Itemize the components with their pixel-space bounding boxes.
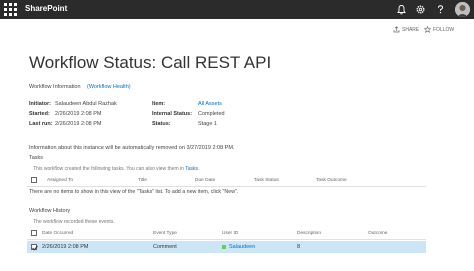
presence-indicator — [222, 245, 226, 249]
history-col-description[interactable]: Description — [297, 231, 321, 236]
item-key: Item: — [152, 101, 166, 107]
started-key: Started: — [29, 111, 50, 117]
tasks-col-assigned-to[interactable]: Assigned To — [47, 178, 73, 183]
initiator-value: Salaudeen Abdul Razhak — [55, 101, 117, 107]
checkmark-icon — [32, 245, 38, 251]
tasks-description: This workflow created the following task… — [33, 166, 200, 172]
workflow-info-label: Workflow Information — [29, 84, 81, 90]
internal-status-value: Completed — [198, 111, 225, 117]
help-icon[interactable] — [434, 3, 447, 16]
history-heading: Workflow History — [29, 208, 71, 214]
bell-icon[interactable] — [395, 3, 408, 16]
row-description: 8 — [297, 244, 301, 250]
status-value: Stage 1 — [198, 121, 217, 127]
last-run-value: 2/26/2019 2:08 PM — [55, 121, 102, 127]
started-value: 2/26/2019 2:08 PM — [55, 111, 102, 117]
history-col-event-type[interactable]: Event Type — [153, 231, 177, 236]
item-link[interactable]: All Assets — [198, 101, 222, 107]
follow-label: FOLLOW — [433, 26, 455, 33]
gear-icon[interactable] — [414, 3, 427, 16]
tasks-col-task-outcome[interactable]: Task Outcome — [316, 178, 347, 183]
brand-label[interactable]: SharePoint — [25, 4, 67, 13]
history-description: The workflow recorded these events. — [33, 219, 115, 225]
tasks-header-divider — [27, 186, 426, 187]
avatar[interactable] — [455, 2, 470, 17]
retention-notice: Information about this instance will be … — [29, 145, 235, 151]
tasks-col-task-status[interactable]: Task Status — [254, 178, 279, 183]
waffle-icon[interactable] — [4, 3, 17, 16]
tasks-link[interactable]: Tasks — [185, 166, 198, 172]
tasks-select-all-checkbox[interactable] — [31, 177, 37, 183]
history-col-date-occurred[interactable]: Date Occurred — [42, 231, 73, 236]
share-icon — [393, 26, 400, 33]
row-checkbox[interactable] — [31, 244, 38, 251]
history-col-outcome[interactable]: Outcome — [368, 231, 387, 236]
history-select-all-checkbox[interactable] — [31, 230, 37, 236]
tasks-col-title[interactable]: Title — [138, 178, 147, 183]
last-run-key: Last run: — [29, 121, 53, 127]
suite-bar: SharePoint — [0, 0, 474, 19]
page-title: Workflow Status: Call REST API — [29, 53, 272, 72]
status-key: Status: — [152, 121, 171, 127]
share-label: SHARE — [402, 26, 420, 33]
follow-button[interactable]: FOLLOW — [424, 26, 454, 33]
tasks-heading: Tasks — [29, 155, 44, 161]
row-event-type: Comment — [153, 244, 177, 250]
row-date: 2/26/2019 2:08 PM — [42, 244, 89, 250]
share-button[interactable]: SHARE — [393, 26, 419, 33]
history-col-user-id[interactable]: User ID — [222, 231, 238, 236]
internal-status-key: Internal Status: — [152, 111, 193, 117]
initiator-key: Initiator: — [29, 101, 51, 107]
row-user-link[interactable]: Salaudeen — [229, 244, 255, 250]
history-header-divider — [27, 239, 426, 240]
star-icon — [424, 26, 431, 33]
workflow-health-link[interactable]: (Workflow Health) — [87, 84, 131, 90]
table-row[interactable]: 2/26/2019 2:08 PM Comment Salaudeen 8 — [27, 241, 426, 253]
tasks-col-due-date[interactable]: Due Date — [195, 178, 215, 183]
tasks-empty-message: There are no items to show in this view … — [29, 189, 239, 195]
